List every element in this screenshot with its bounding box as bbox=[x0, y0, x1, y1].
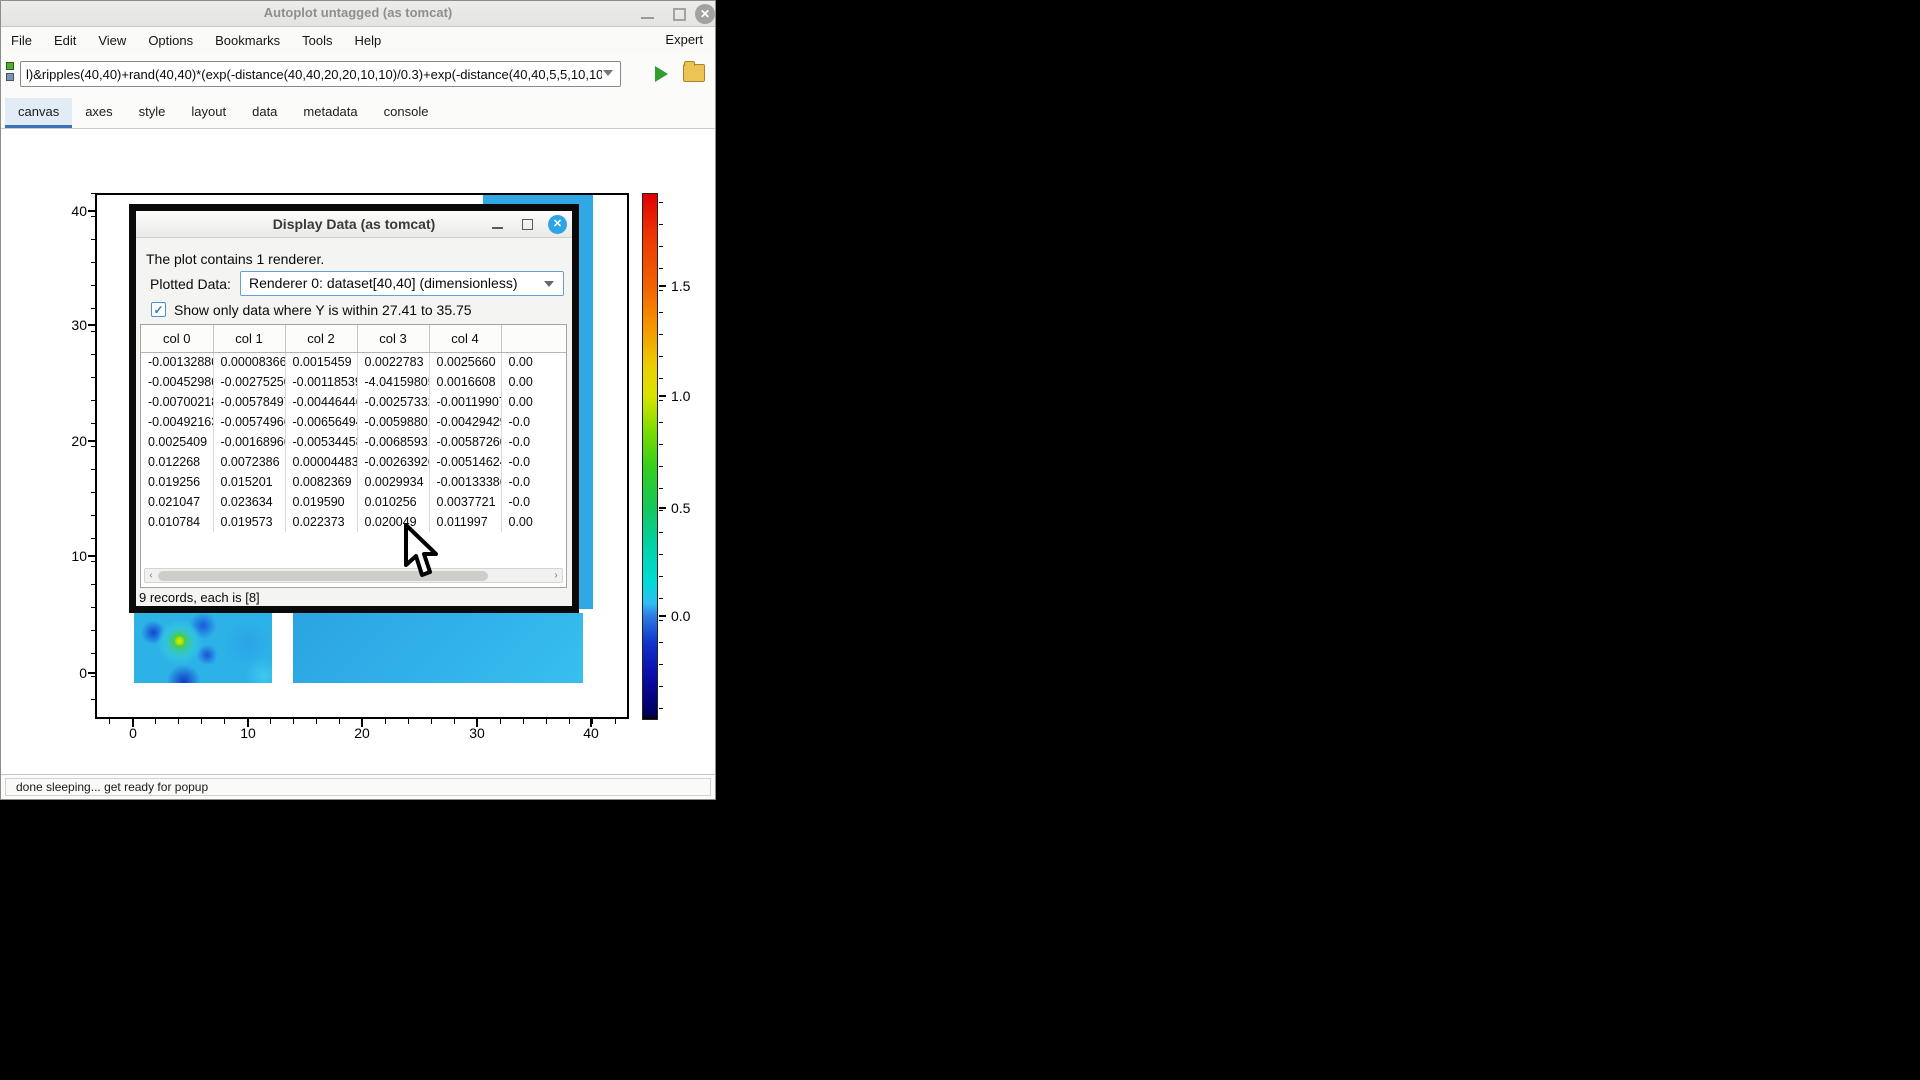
tab-bar: canvas axes style layout data metadata c… bbox=[1, 95, 715, 129]
horizontal-scrollbar[interactable] bbox=[144, 568, 563, 583]
data-table[interactable]: col 0col 1col 2col 3col 4 -0.00132880...… bbox=[140, 324, 567, 588]
menu-view[interactable]: View bbox=[87, 30, 137, 51]
colorbar-label: 0.0 bbox=[671, 608, 705, 624]
y-axis-tick bbox=[88, 210, 96, 212]
tab-canvas[interactable]: canvas bbox=[5, 98, 72, 128]
x-axis-label: 30 bbox=[462, 725, 492, 741]
menu-bar: File Edit View Options Bookmarks Tools H… bbox=[1, 27, 715, 53]
colorbar-minor-ticks bbox=[659, 193, 663, 720]
dialog-title: Display Data (as tomcat) bbox=[136, 216, 572, 232]
chevron-down-icon[interactable] bbox=[603, 70, 613, 76]
y-axis-label: 0 bbox=[57, 665, 87, 681]
tab-data[interactable]: data bbox=[239, 98, 290, 128]
datasource-led-icon bbox=[6, 62, 15, 84]
go-play-button[interactable] bbox=[649, 63, 675, 86]
table-row[interactable]: -0.00132880...0.0000836620.00154590.0022… bbox=[141, 352, 567, 372]
x-axis-label: 0 bbox=[118, 725, 148, 741]
colorbar-tick bbox=[659, 615, 666, 617]
dialog-titlebar[interactable]: Display Data (as tomcat) bbox=[136, 211, 572, 238]
table-row[interactable]: 0.0192560.0152010.00823690.0029934-0.001… bbox=[141, 472, 567, 492]
menu-bookmarks[interactable]: Bookmarks bbox=[204, 30, 291, 51]
y-axis-tick bbox=[88, 324, 96, 326]
data-table-body: -0.00132880...0.0000836620.00154590.0022… bbox=[141, 352, 567, 532]
plotted-data-label: Plotted Data: bbox=[150, 276, 231, 292]
chevron-down-icon bbox=[544, 281, 554, 287]
menu-help[interactable]: Help bbox=[344, 30, 393, 51]
x-axis-label: 10 bbox=[233, 725, 263, 741]
minimize-icon[interactable] bbox=[641, 17, 654, 19]
y-axis-label: 30 bbox=[57, 317, 87, 333]
y-axis-label: 20 bbox=[57, 433, 87, 449]
menu-file[interactable]: File bbox=[11, 30, 43, 51]
dialog-maximize-icon[interactable] bbox=[522, 219, 533, 230]
window-titlebar[interactable]: Autoplot untagged (as tomcat) bbox=[1, 1, 715, 27]
tab-style[interactable]: style bbox=[126, 98, 179, 128]
colorbar-label: 0.5 bbox=[671, 500, 705, 516]
status-message: done sleeping... get ready for popup bbox=[5, 778, 711, 796]
tab-layout[interactable]: layout bbox=[178, 98, 239, 128]
table-row[interactable]: 0.0107840.0195730.0223730.0200490.011997… bbox=[141, 512, 567, 532]
scroll-left-icon[interactable] bbox=[145, 569, 157, 582]
heatmap-ripple-patch bbox=[134, 613, 272, 683]
y-axis-tick bbox=[88, 555, 96, 557]
uri-bar bbox=[1, 53, 715, 95]
table-row[interactable]: -0.00452980...-0.00275250...-0.00118539.… bbox=[141, 372, 567, 392]
plotted-data-select[interactable]: Renderer 0: dataset[40,40] (dimensionles… bbox=[240, 271, 564, 296]
tab-console[interactable]: console bbox=[371, 98, 442, 128]
renderer-count-text: The plot contains 1 renderer. bbox=[146, 251, 324, 267]
display-data-dialog: Display Data (as tomcat) The plot contai… bbox=[129, 204, 579, 613]
colorbar-tick bbox=[659, 285, 666, 287]
scroll-right-icon[interactable] bbox=[550, 569, 562, 582]
menu-edit[interactable]: Edit bbox=[43, 30, 87, 51]
maximize-icon[interactable] bbox=[673, 8, 686, 21]
filter-label: Show only data where Y is within 27.41 t… bbox=[174, 302, 472, 318]
autoplot-window: Autoplot untagged (as tomcat) File Edit … bbox=[0, 0, 716, 800]
inspect-uri-icon[interactable] bbox=[683, 64, 705, 82]
table-row[interactable]: 0.0122680.00723860.000044839-0.00263926.… bbox=[141, 452, 567, 472]
menu-tools[interactable]: Tools bbox=[291, 30, 343, 51]
status-bar: done sleeping... get ready for popup bbox=[1, 774, 715, 799]
filter-checkbox[interactable] bbox=[151, 302, 166, 317]
dialog-minimize-icon[interactable] bbox=[492, 227, 503, 229]
table-row[interactable]: -0.00700218...-0.00578497...-0.00446446.… bbox=[141, 392, 567, 412]
colorbar-tick bbox=[659, 507, 666, 509]
x-axis-label: 20 bbox=[347, 725, 377, 741]
x-axis-label: 40 bbox=[576, 725, 606, 741]
close-icon[interactable] bbox=[695, 4, 715, 24]
plotted-data-value: Renderer 0: dataset[40,40] (dimensionles… bbox=[249, 275, 517, 291]
colorbar-label: 1.5 bbox=[671, 278, 705, 294]
heatmap-blue-patch bbox=[293, 613, 583, 683]
heatmap-right-strip bbox=[579, 204, 593, 609]
table-row[interactable]: 0.0210470.0236340.0195900.0102560.003772… bbox=[141, 492, 567, 512]
y-axis-minor-ticks bbox=[91, 193, 96, 719]
y-axis-tick bbox=[88, 440, 96, 442]
colorbar-label: 1.0 bbox=[671, 388, 705, 404]
tab-metadata[interactable]: metadata bbox=[290, 98, 370, 128]
expert-label[interactable]: Expert bbox=[665, 32, 703, 47]
heatmap-top-strip bbox=[483, 195, 593, 204]
table-row[interactable]: 0.0025409-0.00168966...-0.00534458...-0.… bbox=[141, 432, 567, 452]
y-axis-tick bbox=[88, 672, 96, 674]
data-table-head-row: col 0col 1col 2col 3col 4 bbox=[141, 325, 567, 352]
table-row[interactable]: -0.00492163...-0.00574966...-0.00656494.… bbox=[141, 412, 567, 432]
y-axis-label: 10 bbox=[57, 548, 87, 564]
window-title: Autoplot untagged (as tomcat) bbox=[1, 5, 715, 20]
colorbar bbox=[642, 193, 658, 720]
dialog-close-icon[interactable] bbox=[548, 215, 567, 234]
y-axis-label: 40 bbox=[57, 203, 87, 219]
tab-axes[interactable]: axes bbox=[72, 98, 125, 128]
colorbar-tick bbox=[659, 395, 666, 397]
records-summary: 9 records, each is [8] bbox=[139, 590, 260, 605]
mouse-cursor-icon bbox=[403, 523, 439, 579]
uri-input[interactable] bbox=[20, 61, 621, 87]
menu-options[interactable]: Options bbox=[137, 30, 204, 51]
